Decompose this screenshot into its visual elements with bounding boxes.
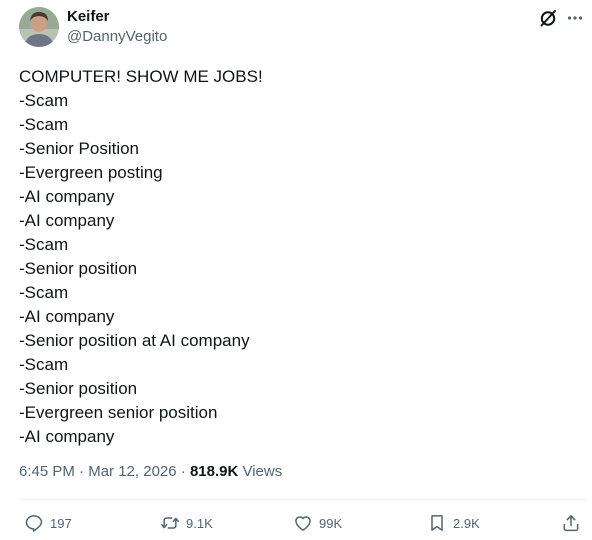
post-meta: 6:45 PM · Mar 12, 2026 · 818.9K Views bbox=[19, 462, 282, 482]
avatar[interactable] bbox=[19, 7, 59, 47]
post-line: -Evergreen posting bbox=[19, 163, 163, 182]
bookmark-button[interactable]: 2.9K bbox=[427, 510, 480, 536]
repost-icon bbox=[160, 517, 180, 529]
post-line: -Scam bbox=[19, 235, 69, 254]
post-card: Keifer @DannyVegito COMPUTER! SHOW ME JO… bbox=[0, 0, 592, 540]
grok-icon[interactable] bbox=[538, 8, 558, 28]
author-handle[interactable]: @DannyVegito bbox=[67, 28, 167, 46]
post-time[interactable]: 6:45 PM bbox=[19, 463, 75, 480]
post-line: -Senior position bbox=[19, 259, 138, 278]
more-icon[interactable] bbox=[565, 8, 585, 28]
divider bbox=[19, 499, 586, 500]
post-line: -Scam bbox=[19, 355, 69, 374]
bookmark-count: 2.9K bbox=[453, 515, 480, 531]
views-count: 818.9K bbox=[189, 463, 239, 480]
repost-button[interactable]: 9.1K bbox=[160, 510, 213, 536]
post-line: COMPUTER! SHOW ME JOBS! bbox=[19, 67, 263, 86]
meta-separator: · bbox=[176, 463, 190, 480]
meta-separator: · bbox=[74, 463, 89, 480]
share-button[interactable] bbox=[561, 510, 581, 536]
post-line: -Scam bbox=[19, 283, 69, 302]
post-text: COMPUTER! SHOW ME JOBS! -Scam -Scam -Sen… bbox=[19, 65, 574, 449]
share-icon bbox=[563, 515, 579, 532]
post-date[interactable]: Mar 12, 2026 bbox=[88, 463, 176, 480]
action-bar: 197 9.1K 99K 2.9K bbox=[0, 510, 592, 536]
repost-count: 9.1K bbox=[186, 515, 213, 531]
post-line: -Senior position at AI company bbox=[19, 331, 250, 350]
like-count: 99K bbox=[319, 515, 343, 531]
post-line: -Evergreen senior position bbox=[19, 403, 218, 422]
post-line: -AI company bbox=[19, 211, 115, 230]
reply-icon bbox=[25, 515, 43, 532]
bookmark-icon bbox=[431, 515, 443, 531]
post-line: -Scam bbox=[19, 91, 69, 110]
avatar-image bbox=[19, 7, 59, 47]
views-label: Views bbox=[238, 463, 283, 480]
reply-count: 197 bbox=[50, 515, 72, 531]
like-icon bbox=[295, 516, 311, 531]
post-line: -AI company bbox=[19, 307, 115, 326]
post-line: -Senior Position bbox=[19, 139, 140, 158]
like-button[interactable]: 99K bbox=[293, 510, 342, 536]
reply-button[interactable]: 197 bbox=[24, 510, 72, 536]
post-line: -Scam bbox=[19, 115, 69, 134]
post-line: -AI company bbox=[19, 427, 115, 446]
author-name[interactable]: Keifer bbox=[67, 8, 110, 26]
post-line: -Senior position bbox=[19, 379, 138, 398]
post-line: -AI company bbox=[19, 187, 115, 206]
